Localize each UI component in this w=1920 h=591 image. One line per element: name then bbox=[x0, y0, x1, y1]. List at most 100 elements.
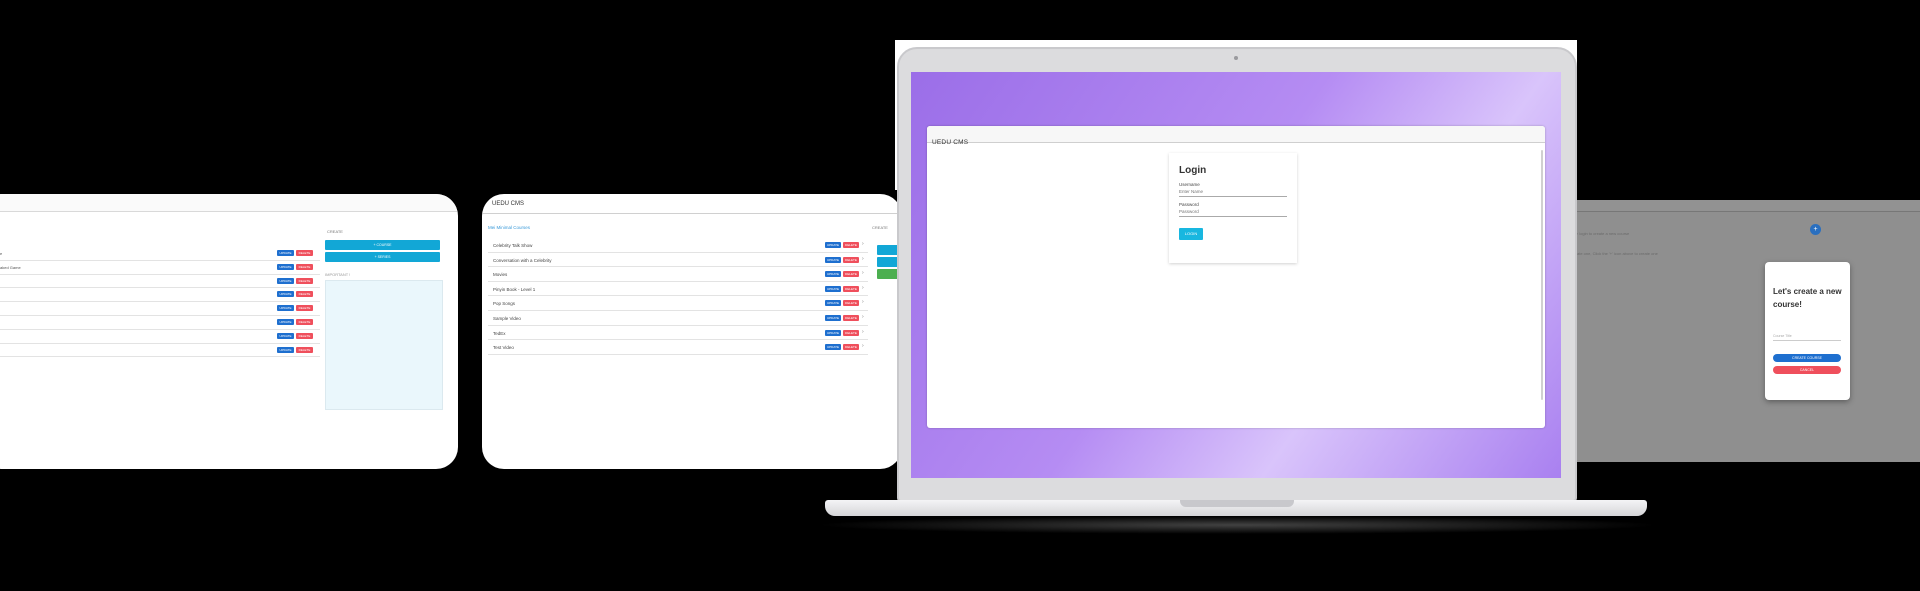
app-header: UEDU CMS bbox=[927, 126, 1545, 146]
add-series-button[interactable] bbox=[877, 257, 899, 267]
left-side-column: CREATE + COURSE + SERIES IMPORTANT ! bbox=[325, 229, 443, 410]
list-item[interactable]: Celebrity Talk Show UPDATE DELETE › bbox=[488, 238, 868, 253]
list-item[interactable]: Conversation with a Celebrity UPDATE DELET… bbox=[488, 253, 868, 268]
scrollbar[interactable] bbox=[1541, 150, 1543, 400]
laptop-shadow bbox=[815, 516, 1660, 534]
important-caption: IMPORTANT ! bbox=[325, 272, 351, 277]
delete-button[interactable]: DELETE bbox=[296, 318, 313, 325]
list-item[interactable]: Sample Video UPDATE DELETE › bbox=[488, 311, 868, 326]
table-row[interactable]: UPDATE DELETE bbox=[0, 302, 320, 316]
update-button[interactable]: UPDATE bbox=[825, 300, 841, 307]
login-title: Login bbox=[1179, 165, 1207, 176]
chevron-right-icon[interactable]: › bbox=[862, 270, 864, 276]
update-button[interactable]: UPDATE bbox=[825, 256, 841, 263]
list-item[interactable]: Movies UPDATE DELETE › bbox=[488, 267, 868, 282]
login-button[interactable]: LOGIN bbox=[1179, 228, 1203, 240]
delete-button[interactable]: DELETE bbox=[296, 263, 313, 270]
create-caption: CREATE bbox=[327, 229, 343, 234]
delete-button[interactable]: DELETE bbox=[843, 300, 859, 307]
cancel-button[interactable]: CANCEL bbox=[1773, 366, 1841, 374]
chevron-right-icon[interactable]: › bbox=[862, 256, 864, 262]
create-caption: CREATE bbox=[872, 225, 888, 230]
chevron-right-icon[interactable]: › bbox=[862, 329, 864, 335]
delete-button[interactable]: DELETE bbox=[843, 285, 859, 292]
important-note-box bbox=[325, 280, 443, 410]
table-row[interactable]: UPDATE DELETE bbox=[0, 330, 320, 344]
username-input[interactable] bbox=[1179, 187, 1287, 197]
table-row[interactable]: UPDATE DELETE bbox=[0, 316, 320, 330]
middle-screenshot-panel: UEDU CMS Mei Minimal Courses CREATE Cele… bbox=[482, 194, 902, 469]
course-title: TedEx bbox=[493, 330, 506, 336]
table-row[interactable]: UPDATE DELETE bbox=[0, 275, 320, 289]
add-series-button[interactable]: + SERIES bbox=[325, 252, 440, 262]
create-course-button[interactable]: CREATE COURSE bbox=[1773, 354, 1841, 362]
update-button[interactable]: UPDATE bbox=[277, 346, 294, 353]
empty-state-text: to create one, Click the '+' icon above … bbox=[1567, 251, 1658, 256]
add-course-button[interactable]: + COURSE bbox=[325, 240, 440, 250]
delete-button[interactable]: DELETE bbox=[296, 305, 313, 312]
update-button[interactable]: UPDATE bbox=[277, 332, 294, 339]
password-input[interactable] bbox=[1179, 207, 1287, 217]
delete-button[interactable]: DELETE bbox=[296, 250, 313, 256]
chevron-right-icon[interactable]: › bbox=[862, 241, 864, 247]
table-row[interactable]: e UPDATE DELETE bbox=[0, 247, 320, 261]
camera-icon bbox=[1234, 56, 1238, 60]
login-card: Login Username Password LOGIN bbox=[1169, 153, 1297, 263]
update-button[interactable]: UPDATE bbox=[277, 250, 294, 256]
delete-button[interactable]: DELETE bbox=[843, 271, 859, 278]
delete-button[interactable]: DELETE bbox=[296, 277, 313, 284]
add-fab-button[interactable]: + bbox=[1810, 224, 1821, 235]
laptop-screen: UEDU CMS Login Username Password LOGIN bbox=[911, 72, 1561, 478]
delete-button[interactable]: DELETE bbox=[843, 344, 859, 351]
delete-button[interactable]: DELETE bbox=[843, 329, 859, 336]
app-title: UEDU CMS bbox=[492, 201, 525, 207]
left-course-list: e UPDATE DELETE aked Game UPDATE DELETE UPDA… bbox=[0, 247, 320, 358]
update-button[interactable]: UPDATE bbox=[825, 242, 841, 248]
table-row[interactable]: UPDATE DELETE bbox=[0, 344, 320, 358]
chevron-right-icon[interactable]: › bbox=[862, 299, 864, 305]
chevron-right-icon[interactable]: › bbox=[862, 285, 864, 291]
course-list: Celebrity Talk Show UPDATE DELETE › Convers… bbox=[488, 238, 868, 355]
update-button[interactable]: UPDATE bbox=[277, 318, 294, 325]
courses-subtitle: Mei Minimal Courses bbox=[488, 225, 531, 230]
chevron-right-icon[interactable]: › bbox=[862, 343, 864, 349]
update-button[interactable]: UPDATE bbox=[825, 314, 841, 321]
course-title: Test Video bbox=[493, 345, 514, 351]
delete-button[interactable]: DELETE bbox=[843, 242, 859, 248]
course-title: Movies bbox=[493, 272, 508, 278]
list-item[interactable]: Pinyin Book - Level 1 UPDATE DELETE › bbox=[488, 282, 868, 297]
list-item[interactable]: Pop Songs UPDATE DELETE › bbox=[488, 296, 868, 311]
table-row[interactable]: UPDATE DELETE bbox=[0, 288, 320, 303]
app-header: UEDU CMS bbox=[482, 194, 902, 214]
list-item[interactable]: TedEx UPDATE DELETE › bbox=[488, 326, 868, 341]
update-button[interactable]: UPDATE bbox=[277, 291, 294, 298]
list-item[interactable]: Test Video UPDATE DELETE › bbox=[488, 340, 868, 355]
app-window: UEDU CMS Login Username Password LOGIN bbox=[927, 126, 1545, 428]
table-row[interactable]: aked Game UPDATE DELETE bbox=[0, 261, 320, 275]
course-title: Conversation with a Celebrity bbox=[493, 257, 552, 263]
update-button[interactable]: UPDATE bbox=[825, 329, 841, 336]
chevron-right-icon[interactable]: › bbox=[862, 314, 864, 320]
update-button[interactable]: UPDATE bbox=[825, 285, 841, 292]
app-header: S bbox=[1565, 200, 1920, 212]
update-button[interactable]: UPDATE bbox=[277, 305, 294, 312]
delete-button[interactable]: DELETE bbox=[843, 256, 859, 263]
add-item-button[interactable] bbox=[877, 269, 899, 279]
app-title: UEDU CMS bbox=[932, 139, 969, 146]
update-button[interactable]: UPDATE bbox=[277, 263, 294, 270]
course-title-field[interactable]: Course Title bbox=[1773, 334, 1841, 341]
laptop-notch bbox=[1180, 500, 1294, 507]
add-course-button[interactable] bbox=[877, 245, 899, 255]
update-button[interactable]: UPDATE bbox=[825, 344, 841, 351]
delete-button[interactable]: DELETE bbox=[296, 291, 313, 298]
course-title: Pinyin Book - Level 1 bbox=[493, 286, 536, 292]
delete-button[interactable]: DELETE bbox=[843, 314, 859, 321]
delete-button[interactable]: DELETE bbox=[296, 332, 313, 339]
delete-button[interactable]: DELETE bbox=[296, 346, 313, 353]
row-label: aked Game bbox=[0, 264, 21, 270]
course-title: Pop Songs bbox=[493, 301, 516, 307]
update-button[interactable]: UPDATE bbox=[825, 271, 841, 278]
update-button[interactable]: UPDATE bbox=[277, 277, 294, 284]
course-title: Celebrity Talk Show bbox=[493, 243, 533, 248]
left-panel-topbar bbox=[0, 194, 458, 212]
